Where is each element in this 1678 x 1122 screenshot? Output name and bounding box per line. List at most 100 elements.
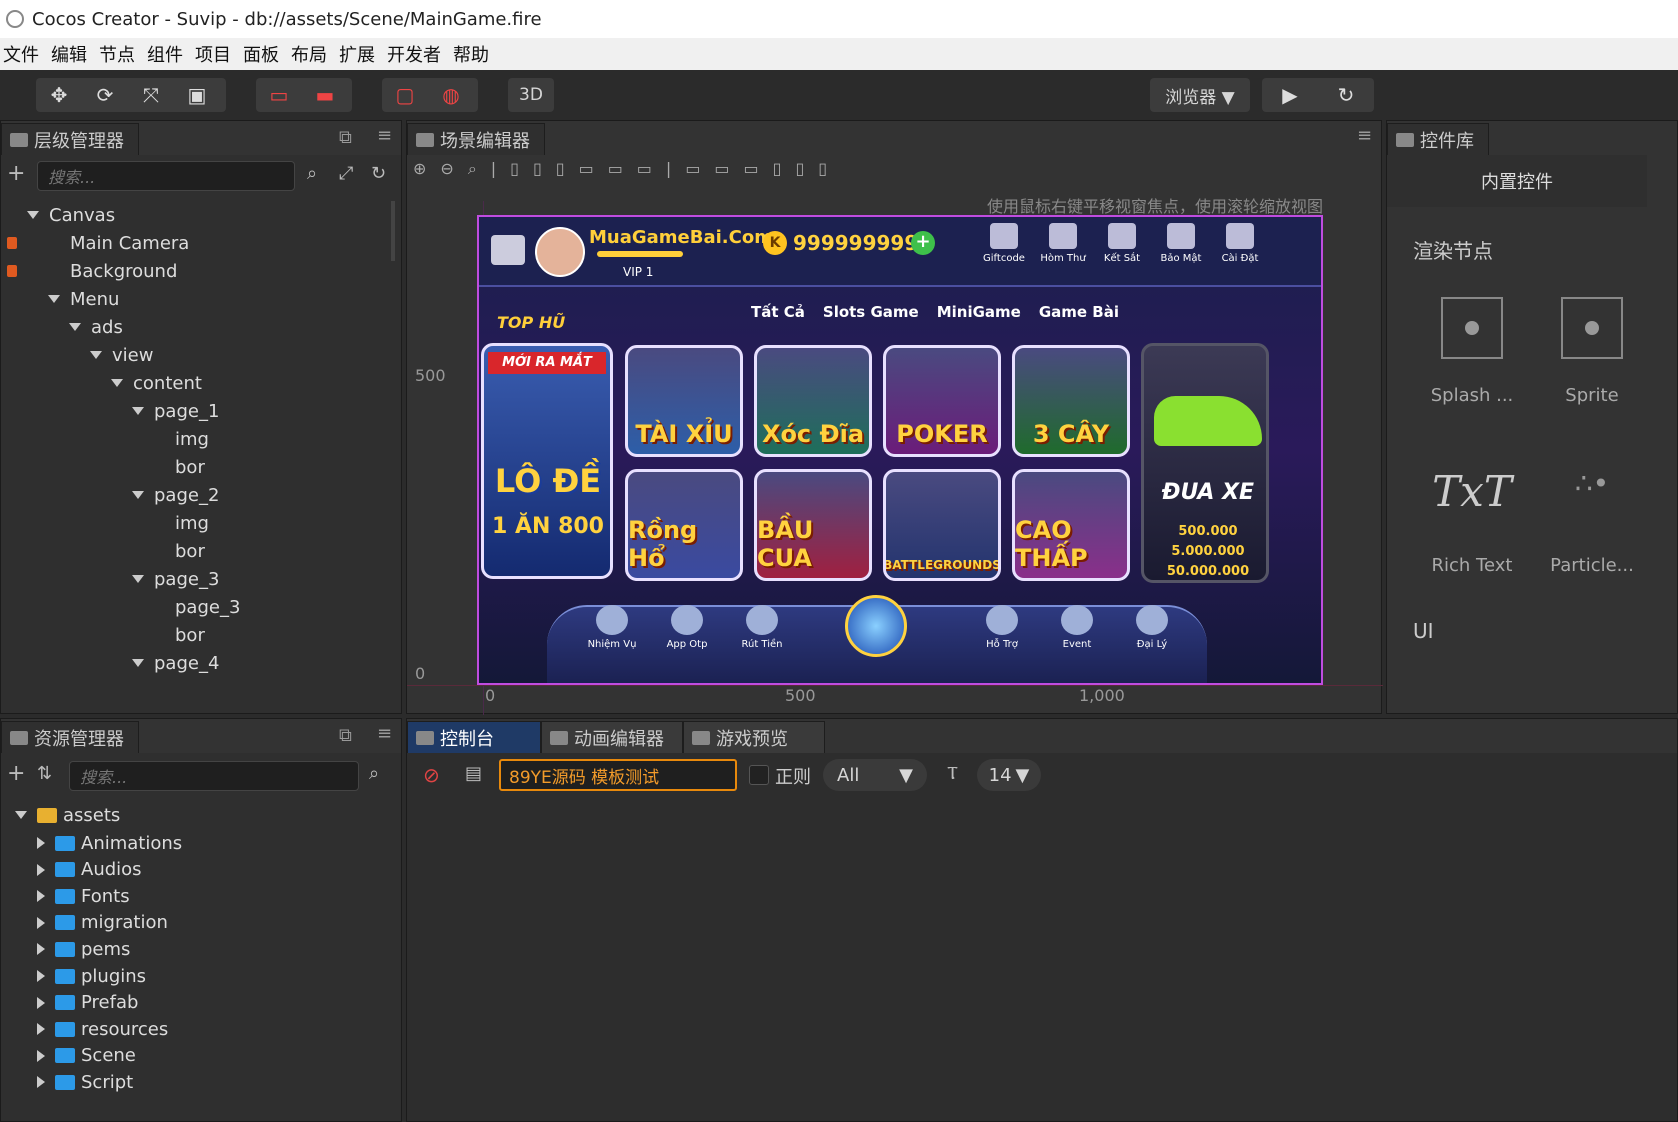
expand-arrow-icon[interactable]	[132, 407, 144, 415]
play-icon[interactable]: ▶	[1262, 78, 1318, 112]
asset-folder[interactable]: Script	[37, 1068, 133, 1096]
rotate-tool-icon[interactable]: ⟳	[82, 78, 128, 112]
tree-node[interactable]: img	[153, 425, 209, 453]
expand-arrow-icon[interactable]	[132, 575, 144, 583]
banner-lode[interactable]: MỚI RA MẮT LÔ ĐỀ 1 ĂN 800	[481, 343, 613, 579]
menu-item[interactable]: 文件	[0, 41, 48, 67]
sort-icon[interactable]: ⇅	[37, 763, 52, 784]
assets-popout-icon[interactable]: ⧉	[339, 725, 352, 746]
collapse-arrow-icon[interactable]	[37, 1023, 45, 1036]
asset-folder[interactable]: Audios	[37, 856, 142, 884]
header-icon-item[interactable]: Hòm Thư	[1038, 223, 1088, 264]
tree-scrollbar[interactable]	[391, 201, 395, 261]
search-icon[interactable]: ⌕	[307, 163, 317, 184]
menu-item[interactable]: 开发者	[384, 41, 450, 67]
tree-node[interactable]: bor	[153, 453, 205, 481]
mode-3d-button[interactable]: 3D	[508, 78, 554, 112]
console-tab[interactable]: 游戏预览	[683, 721, 825, 753]
richtext-item[interactable]: TxT Rich Text	[1417, 467, 1527, 576]
snap-icon[interactable]: ▢	[382, 78, 428, 112]
tree-node[interactable]: page_2	[132, 481, 219, 509]
collapse-arrow-icon[interactable]	[37, 837, 45, 849]
menu-item[interactable]: 扩展	[336, 41, 384, 67]
builtin-tab[interactable]: 内置控件	[1387, 155, 1647, 207]
tree-node[interactable]: ads	[69, 313, 123, 341]
collapse-arrow-icon[interactable]	[37, 943, 45, 956]
race-tile[interactable]: ĐUA XE 500.000 5.000.000 50.000.000	[1141, 343, 1269, 583]
expand-arrow-icon[interactable]	[48, 295, 60, 303]
collapse-arrow-icon[interactable]	[37, 863, 45, 876]
asset-folder[interactable]: Fonts	[37, 882, 130, 910]
lock-icon[interactable]	[7, 265, 17, 277]
sprite-item[interactable]: Sprite	[1537, 297, 1647, 406]
game-tile[interactable]: BATTLEGROUNDS	[883, 469, 1001, 581]
console-filter-input[interactable]: 89YE源码 模板测试	[499, 759, 737, 791]
lock-icon[interactable]	[7, 237, 17, 249]
collapse-arrow-icon[interactable]	[37, 916, 45, 929]
console-tab[interactable]: 动画编辑器	[541, 721, 683, 753]
expand-icon[interactable]: ⤢	[339, 163, 353, 184]
game-tile[interactable]: Rồng Hổ	[625, 469, 743, 581]
tree-node[interactable]: Background	[7, 257, 177, 285]
scene-align-toolbar[interactable]: ⊕⊖⌕|▯▯▯▭▭▭|▭▭▭▯▯▯	[413, 159, 841, 179]
tree-node[interactable]: Main Camera	[7, 229, 189, 257]
tree-node[interactable]: page_4	[132, 649, 219, 677]
asset-folder[interactable]: Scene	[37, 1042, 136, 1070]
expand-arrow-icon[interactable]	[111, 379, 123, 387]
hierarchy-search-input[interactable]: 搜索...	[37, 161, 295, 191]
game-tab[interactable]: Game Bài	[1039, 303, 1119, 321]
splash-item[interactable]: Splash ...	[1417, 297, 1527, 406]
menu-item[interactable]: 布局	[288, 41, 336, 67]
game-tile[interactable]: TÀI XỈU	[625, 345, 743, 457]
bottom-icon-item[interactable]: Event	[1042, 605, 1112, 650]
refresh-tree-icon[interactable]: ↻	[371, 163, 386, 184]
local-icon[interactable]: ▬	[302, 78, 348, 112]
game-tile[interactable]: 3 CÂY	[1012, 345, 1130, 457]
menu-item[interactable]: 编辑	[48, 41, 96, 67]
collapse-arrow-icon[interactable]	[37, 970, 45, 982]
game-tab[interactable]: MiniGame	[937, 303, 1021, 321]
asset-folder[interactable]: plugins	[37, 962, 146, 990]
tree-node[interactable]: bor	[153, 621, 205, 649]
add-coin-icon[interactable]: +	[911, 231, 935, 255]
tree-node[interactable]: page_3	[153, 593, 240, 621]
tree-node[interactable]: img	[153, 509, 209, 537]
rect-tool-icon[interactable]: ▣	[174, 78, 220, 112]
assets-search-input[interactable]: 搜索...	[69, 761, 359, 791]
scene-menu-icon[interactable]: ≡	[1357, 125, 1372, 146]
tree-node[interactable]: page_3	[132, 565, 219, 593]
scene-tab[interactable]: 场景编辑器	[407, 123, 545, 155]
tree-node[interactable]: view	[90, 341, 153, 369]
expand-arrow-icon[interactable]	[132, 659, 144, 667]
collapse-arrow-icon[interactable]	[37, 1049, 45, 1062]
menu-item[interactable]: 项目	[192, 41, 240, 67]
exit-icon[interactable]	[491, 235, 525, 265]
scale-tool-icon[interactable]: ⤧	[128, 78, 174, 112]
menu-item[interactable]: 组件	[144, 41, 192, 67]
pivot-icon[interactable]: ▭	[256, 78, 302, 112]
bottom-icon-item[interactable]: Rút Tiền	[727, 605, 797, 650]
move-tool-icon[interactable]: ✥	[36, 78, 82, 112]
header-icon-item[interactable]: Cài Đặt	[1215, 223, 1265, 264]
panel-menu-icon[interactable]: ≡	[377, 125, 392, 146]
asset-folder[interactable]: Animations	[37, 829, 182, 857]
collapse-arrow-icon[interactable]	[37, 1076, 45, 1089]
log-file-icon[interactable]: ▤	[465, 763, 482, 784]
assets-search-icon[interactable]: ⌕	[369, 763, 379, 784]
hierarchy-tab[interactable]: 层级管理器	[1, 123, 139, 155]
asset-folder[interactable]: resources	[37, 1015, 168, 1043]
game-tile[interactable]: POKER	[883, 345, 1001, 457]
tree-node[interactable]: Canvas	[27, 201, 115, 229]
header-icon-item[interactable]: Giftcode	[979, 223, 1029, 264]
refresh-icon[interactable]: ↻	[1318, 78, 1374, 112]
game-tab[interactable]: Tất Cả	[751, 303, 805, 321]
tree-node[interactable]: page_1	[132, 397, 219, 425]
avatar[interactable]	[535, 227, 585, 277]
expand-arrow-icon[interactable]	[132, 491, 144, 499]
level-select[interactable]: All ▼	[823, 759, 927, 791]
add-node-icon[interactable]: +	[7, 161, 25, 186]
menu-item[interactable]: 节点	[96, 41, 144, 67]
asset-folder[interactable]: migration	[37, 909, 168, 937]
library-tab[interactable]: 控件库	[1387, 123, 1489, 155]
globe-icon[interactable]: ◍	[428, 78, 474, 112]
